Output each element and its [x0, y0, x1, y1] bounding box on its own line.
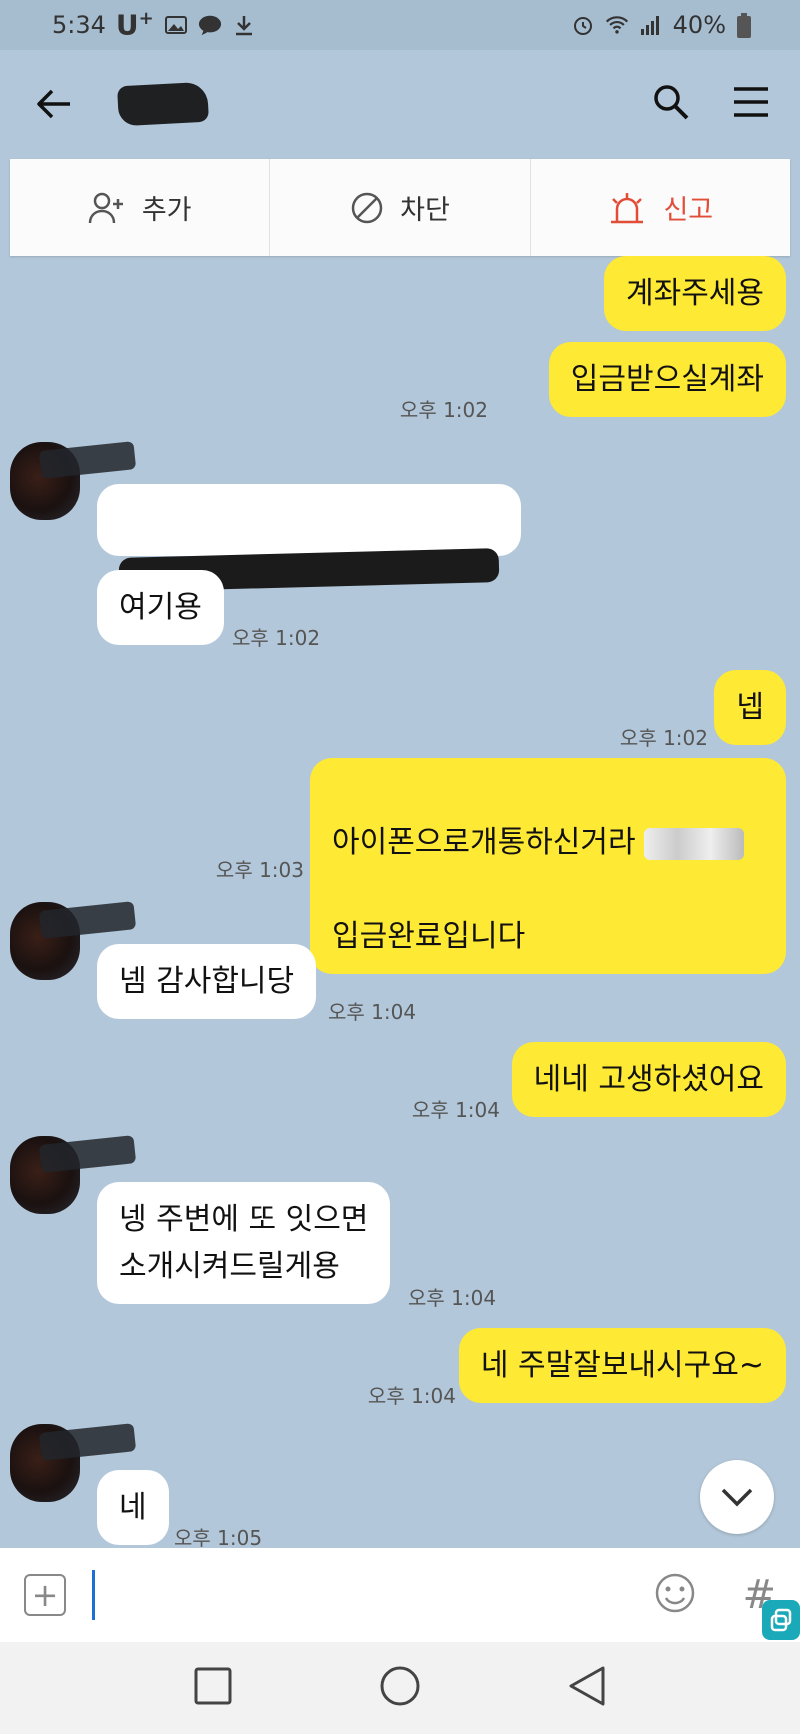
message-time: 오후 1:04	[328, 1000, 417, 1024]
battery-icon	[736, 13, 760, 38]
add-person-icon	[88, 192, 123, 223]
status-bar: 5:34 U+ 40%	[0, 0, 800, 50]
search-icon	[654, 85, 689, 120]
their-message-bubble[interactable]: 넹 주변에 또 잇으면 소개시켜드릴게용	[97, 1182, 391, 1304]
status-time: 5:34	[52, 10, 106, 39]
message-time: 오후 1:02	[232, 626, 321, 650]
my-message-bubble[interactable]: 넵	[714, 670, 786, 745]
menu-button[interactable]	[732, 86, 770, 122]
image-icon	[164, 13, 188, 37]
message-input-bar: + #	[0, 1548, 800, 1642]
siren-icon	[611, 192, 644, 223]
chat-message-list[interactable]: 계좌주세용 입금받으실계좌 오후 1:02 여기용 오후 1:02 넵 오후 1…	[0, 256, 800, 1548]
arrow-left-icon	[37, 89, 70, 119]
recents-button[interactable]	[193, 1666, 233, 1710]
square-icon	[194, 1667, 232, 1705]
floating-app-icon[interactable]	[762, 1600, 800, 1640]
message-text-line1: 아이폰으로개통하신거라	[332, 825, 636, 860]
message-text-line2: 입금완료입니다	[332, 919, 526, 954]
my-message-bubble[interactable]: 네 주말잘보내시구요~	[458, 1328, 786, 1403]
report-button[interactable]: 신고	[531, 159, 790, 256]
plus-icon: +	[31, 1576, 59, 1614]
unknown-contact-action-bar: 추가 차단 신고	[10, 159, 790, 256]
battery-percent: 40%	[672, 11, 726, 39]
message-time: 오후 1:04	[411, 1098, 500, 1122]
search-button[interactable]	[652, 83, 690, 125]
message-time: 오후 1:02	[399, 398, 488, 422]
add-friend-button[interactable]: 추가	[10, 159, 271, 256]
my-message-bubble[interactable]: 계좌주세용	[604, 256, 786, 331]
copy-icon	[770, 1608, 792, 1632]
scroll-to-bottom-button[interactable]	[700, 1460, 774, 1534]
message-input[interactable]	[92, 1570, 643, 1620]
talk-icon	[198, 13, 222, 37]
wifi-icon	[605, 13, 629, 37]
message-time: 오후 1:03	[215, 858, 304, 882]
block-button[interactable]: 차단	[270, 159, 531, 256]
blurred-text	[643, 827, 744, 860]
chat-header	[0, 50, 800, 158]
hamburger-menu-icon	[734, 87, 768, 117]
attach-plus-button[interactable]: +	[24, 1574, 66, 1616]
their-message-bubble[interactable]: 여기용	[97, 570, 224, 645]
my-message-bubble[interactable]: 입금받으실계좌	[548, 342, 786, 417]
signal-icon	[639, 13, 663, 37]
message-time: 오후 1:04	[408, 1286, 497, 1310]
my-message-bubble[interactable]: 네네 고생하셨어요	[511, 1042, 786, 1117]
back-nav-button[interactable]	[567, 1665, 607, 1711]
back-button[interactable]	[30, 80, 78, 128]
chevron-down-icon	[721, 1488, 753, 1507]
triangle-back-icon	[569, 1666, 605, 1706]
carrier-label: U+	[115, 8, 154, 42]
chat-title-redacted	[117, 81, 209, 127]
emoji-button[interactable]	[654, 1572, 696, 1618]
my-message-bubble[interactable]: 아이폰으로개통하신거라 입금완료입니다	[310, 758, 786, 974]
message-time: 오후 1:02	[619, 726, 708, 750]
home-button[interactable]	[379, 1665, 421, 1711]
their-message-bubble[interactable]: 네	[97, 1470, 169, 1545]
block-icon	[351, 192, 383, 223]
block-label: 차단	[400, 195, 450, 226]
emoji-icon	[656, 1573, 695, 1613]
their-message-bubble-redacted[interactable]	[97, 484, 521, 592]
report-label: 신고	[663, 195, 714, 226]
their-message-bubble[interactable]: 넴 감사합니당	[97, 944, 317, 1019]
add-friend-label: 추가	[141, 195, 192, 226]
alarm-icon	[571, 13, 595, 37]
message-time: 오후 1:05	[174, 1526, 263, 1548]
circle-icon	[380, 1666, 420, 1706]
system-nav-bar	[0, 1642, 800, 1734]
download-icon	[232, 13, 256, 37]
message-time: 오후 1:04	[367, 1384, 456, 1408]
